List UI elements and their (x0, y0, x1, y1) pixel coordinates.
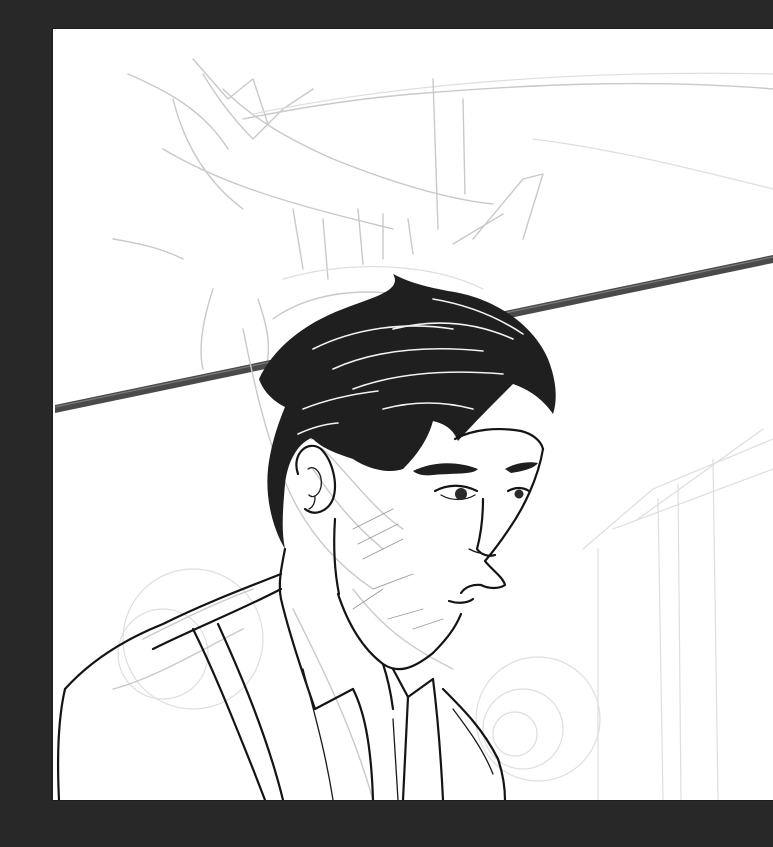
building-sketch (582, 428, 773, 800)
artwork (54, 58, 773, 800)
editor-workspace (0, 0, 773, 847)
torso (56, 547, 507, 800)
drawing-canvas[interactable] (53, 29, 773, 800)
circle-sketch (117, 568, 601, 782)
